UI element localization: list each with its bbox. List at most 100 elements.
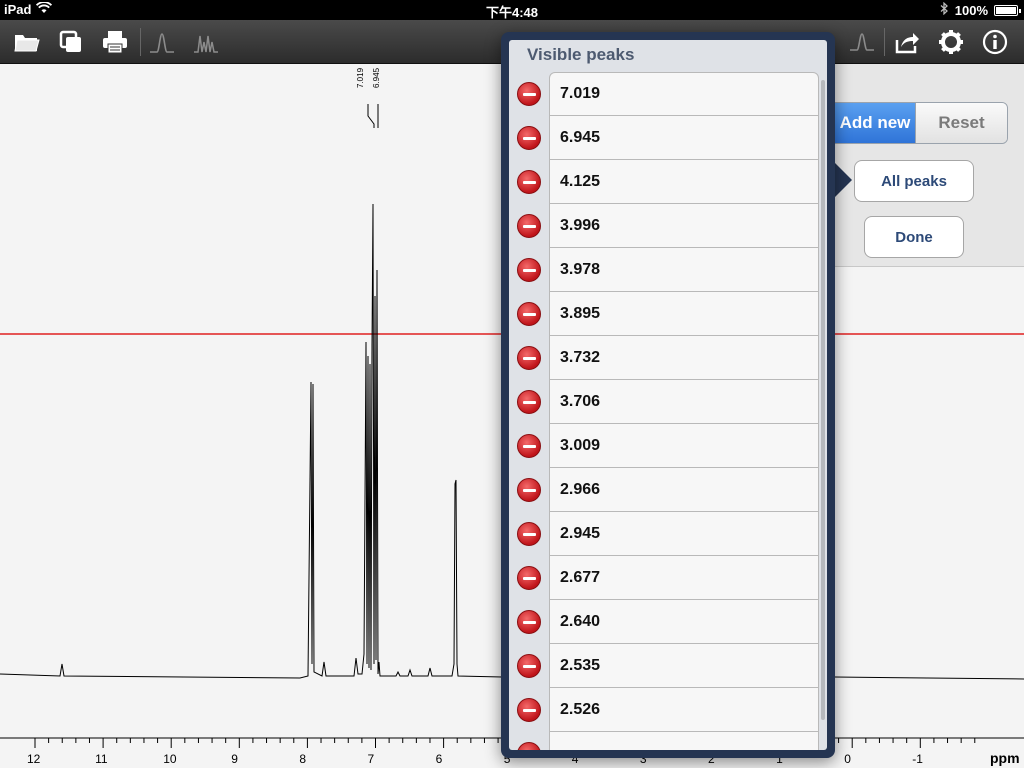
peak-label: 6.945 [372, 67, 381, 88]
peak-row[interactable]: 3.996 [509, 204, 827, 248]
minus-icon [522, 532, 536, 536]
spectrum-trace [0, 203, 503, 679]
popover-title: Visible peaks [527, 45, 635, 64]
peak-row[interactable]: 2.677 [509, 556, 827, 600]
peak-row[interactable]: 2.526 [509, 688, 827, 732]
x-axis-tick-label: 12 [27, 752, 41, 766]
axis-unit-label: ppm [990, 750, 1020, 766]
delete-peak-icon[interactable] [517, 302, 541, 326]
status-bar: iPad 下午4:48 100% [0, 0, 1024, 20]
peak-value[interactable]: 2.966 [549, 468, 819, 512]
delete-peak-icon[interactable] [517, 126, 541, 150]
status-time: 下午4:48 [485, 5, 539, 20]
peak-row[interactable]: 3.978 [509, 248, 827, 292]
peak-value[interactable]: 3.732 [549, 336, 819, 380]
toolbar-separator [140, 28, 141, 56]
delete-peak-icon[interactable] [517, 214, 541, 238]
scroll-indicator[interactable] [821, 80, 825, 720]
peak-value[interactable]: 2.526 [549, 688, 819, 732]
copy-window-icon[interactable] [55, 26, 87, 58]
peak-multiplet-icon[interactable] [190, 26, 222, 58]
minus-icon [522, 400, 536, 404]
minus-icon [522, 180, 536, 184]
peak-value[interactable]: 2.640 [549, 600, 819, 644]
delete-peak-icon[interactable] [517, 654, 541, 678]
peak-value[interactable]: 2.945 [549, 512, 819, 556]
peak-row[interactable]: 4.125 [509, 160, 827, 204]
minus-icon [522, 664, 536, 668]
info-icon[interactable] [979, 26, 1011, 58]
done-button[interactable]: Done [864, 216, 964, 258]
status-right: 100% [940, 1, 1021, 18]
peak-row[interactable]: 2.966 [509, 468, 827, 512]
delete-peak-icon[interactable] [517, 346, 541, 370]
peak-row[interactable]: 3.732 [509, 336, 827, 380]
minus-icon [522, 444, 536, 448]
delete-peak-icon[interactable] [517, 566, 541, 590]
reset-button[interactable]: Reset [915, 103, 1007, 143]
peak-row[interactable]: 3.009 [509, 424, 827, 468]
minus-icon [522, 708, 536, 712]
peak-label-leader [367, 104, 375, 128]
add-new-button[interactable]: Add new [835, 103, 915, 143]
peak-list[interactable]: 7.019 6.945 4.125 3.996 3.978 3.895 3.732 3.706… [509, 72, 827, 750]
minus-icon [522, 268, 536, 272]
share-icon[interactable] [891, 26, 923, 58]
app-root: iPad 下午4:48 100% 7.019 6.945 12 11 10 9 … [0, 0, 1024, 768]
peak-value[interactable] [549, 732, 819, 750]
delete-peak-icon[interactable] [517, 170, 541, 194]
folder-open-icon[interactable] [11, 26, 43, 58]
delete-peak-icon[interactable] [517, 478, 541, 502]
peak-value[interactable]: 3.706 [549, 380, 819, 424]
peak-row[interactable]: 7.019 [509, 72, 827, 116]
peak-label: 7.019 [356, 67, 365, 88]
delete-peak-icon[interactable] [517, 522, 541, 546]
peak-single-icon[interactable] [146, 26, 178, 58]
peak-value[interactable]: 3.978 [549, 248, 819, 292]
delete-peak-icon[interactable] [517, 434, 541, 458]
peak-row[interactable]: 3.895 [509, 292, 827, 336]
delete-peak-icon[interactable] [517, 742, 541, 750]
x-axis-tick-label: -1 [912, 752, 923, 766]
print-icon[interactable] [99, 26, 131, 58]
minus-icon [522, 356, 536, 360]
peak-row[interactable]: 3.706 [509, 380, 827, 424]
peak-tools-panel: Add new Reset All peaks Done [834, 64, 1024, 267]
peak-value[interactable]: 6.945 [549, 116, 819, 160]
all-peaks-button[interactable]: All peaks [854, 160, 974, 202]
peak-value[interactable]: 2.677 [549, 556, 819, 600]
peak-row[interactable]: 2.945 [509, 512, 827, 556]
minus-icon [522, 92, 536, 96]
popover-anchor-arrow [834, 162, 852, 198]
peak-value[interactable]: 3.009 [549, 424, 819, 468]
delete-peak-icon[interactable] [517, 610, 541, 634]
delete-peak-icon[interactable] [517, 82, 541, 106]
minus-icon [522, 620, 536, 624]
x-axis-tick-label: 7 [367, 752, 375, 766]
delete-peak-icon[interactable] [517, 258, 541, 282]
delete-peak-icon[interactable] [517, 390, 541, 414]
minus-icon [522, 312, 536, 316]
peak-row[interactable]: 2.535 [509, 644, 827, 688]
gear-icon[interactable] [935, 26, 967, 58]
x-axis-tick-label: 11 [95, 752, 108, 766]
peak-value[interactable]: 7.019 [549, 72, 819, 116]
visible-peaks-popover: Visible peaks 7.019 6.945 4.125 3.996 3.978 3… [501, 32, 835, 758]
x-axis-tick-label: 8 [299, 752, 307, 766]
x-axis-tick-label: 6 [435, 752, 443, 766]
peak-value[interactable]: 2.535 [549, 644, 819, 688]
peak-row[interactable]: 6.945 [509, 116, 827, 160]
minus-icon [522, 576, 536, 580]
peak-value[interactable]: 4.125 [549, 160, 819, 204]
peak-row[interactable]: 2.640 [509, 600, 827, 644]
peak-value[interactable]: 3.895 [549, 292, 819, 336]
peak-row[interactable] [509, 732, 827, 750]
delete-peak-icon[interactable] [517, 698, 541, 722]
spectrum-trace-right [834, 676, 1024, 680]
peak-value[interactable]: 3.996 [549, 204, 819, 248]
x-axis-tick-label: 0 [844, 752, 851, 766]
add-reset-segmented-control: Add new Reset [834, 102, 1008, 144]
bluetooth-icon [940, 1, 949, 18]
peak-icon[interactable] [846, 26, 878, 58]
battery-percent: 100% [954, 2, 988, 18]
